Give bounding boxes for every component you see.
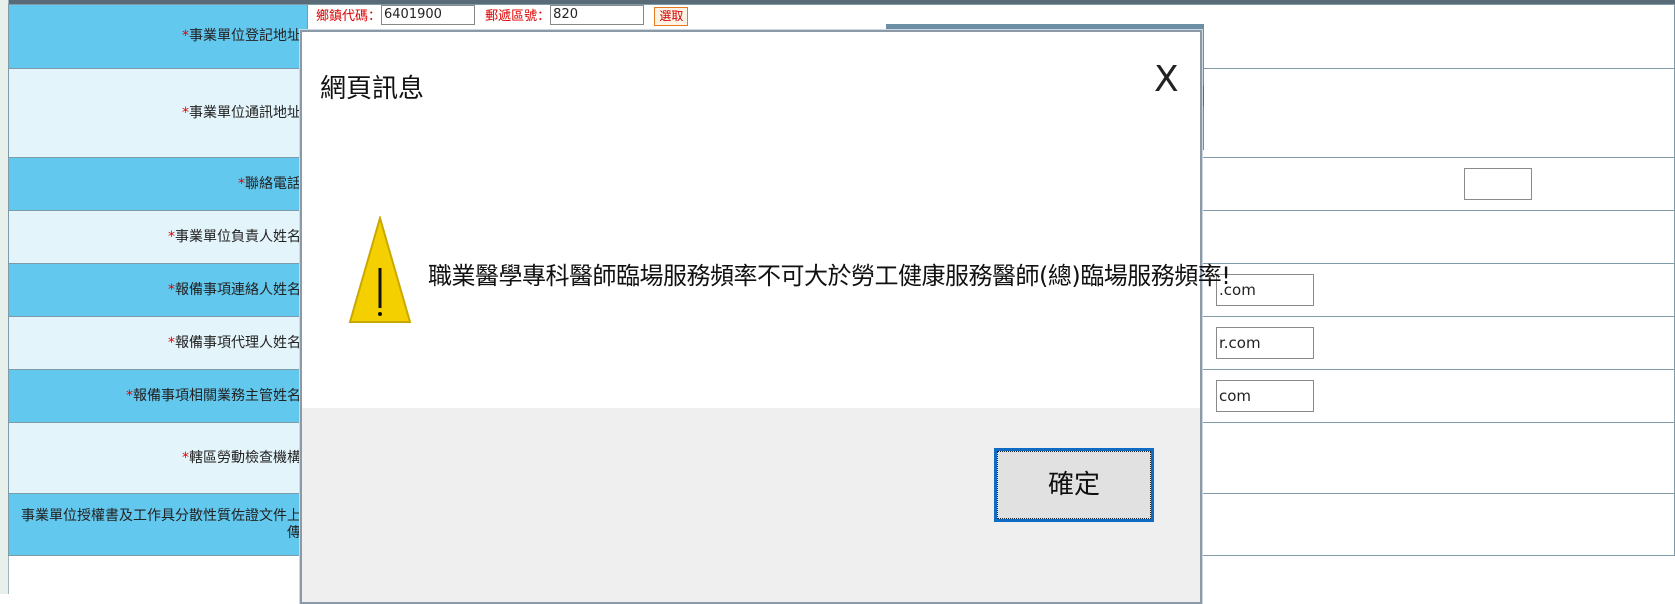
address-zip-line: 鄉鎮代碼： 6401900 郵遞區號： 820 選取 bbox=[316, 5, 689, 27]
label-supervisor-name: *報備事項相關業務主管姓名 bbox=[8, 369, 308, 423]
dialog-title: 網頁訊息 bbox=[320, 74, 425, 104]
ok-button-label: 確定 bbox=[997, 451, 1151, 519]
close-icon[interactable]: X bbox=[1154, 60, 1179, 100]
postal-code-field[interactable]: 820 bbox=[550, 5, 645, 25]
label-owner-name: *事業單位負責人姓名 bbox=[8, 210, 308, 264]
pick-address-button[interactable]: 選取 bbox=[654, 7, 689, 26]
dialog-message: 職業醫學專科醫師臨場服務頻率不可大於勞工健康服務醫師(總)臨場服務頻率! bbox=[428, 262, 1231, 290]
phone-ext-input[interactable] bbox=[1464, 168, 1532, 200]
contact-email-input[interactable]: .com bbox=[1216, 274, 1314, 306]
label-registered-address: *事業單位登記地址 bbox=[8, 4, 308, 69]
warning-icon bbox=[348, 216, 412, 323]
village-code-field[interactable]: 6401900 bbox=[381, 5, 476, 25]
postal-code-label: 郵遞區號： bbox=[485, 9, 551, 24]
label-deputy-name: *報備事項代理人姓名 bbox=[8, 316, 308, 370]
label-phone: *聯絡電話 bbox=[8, 157, 308, 211]
ok-button[interactable]: 確定 bbox=[994, 448, 1154, 522]
label-authorization-upload: 事業單位授權書及工作具分散性質佐證文件上傳 bbox=[8, 493, 308, 556]
label-inspection-agency: *轄區勞動檢查機構 bbox=[8, 422, 308, 494]
deputy-email-input[interactable]: r.com bbox=[1216, 327, 1314, 359]
label-mailing-address: *事業單位通訊地址 bbox=[8, 68, 308, 158]
message-dialog: 網頁訊息 X 職業醫學專科醫師臨場服務頻率不可大於勞工健康服務醫師(總)臨場服務… bbox=[300, 30, 1231, 604]
label-contact-name: *報備事項連絡人姓名 bbox=[8, 263, 308, 317]
supervisor-email-input[interactable]: com bbox=[1216, 380, 1314, 412]
village-code-label: 鄉鎮代碼： bbox=[316, 9, 382, 24]
